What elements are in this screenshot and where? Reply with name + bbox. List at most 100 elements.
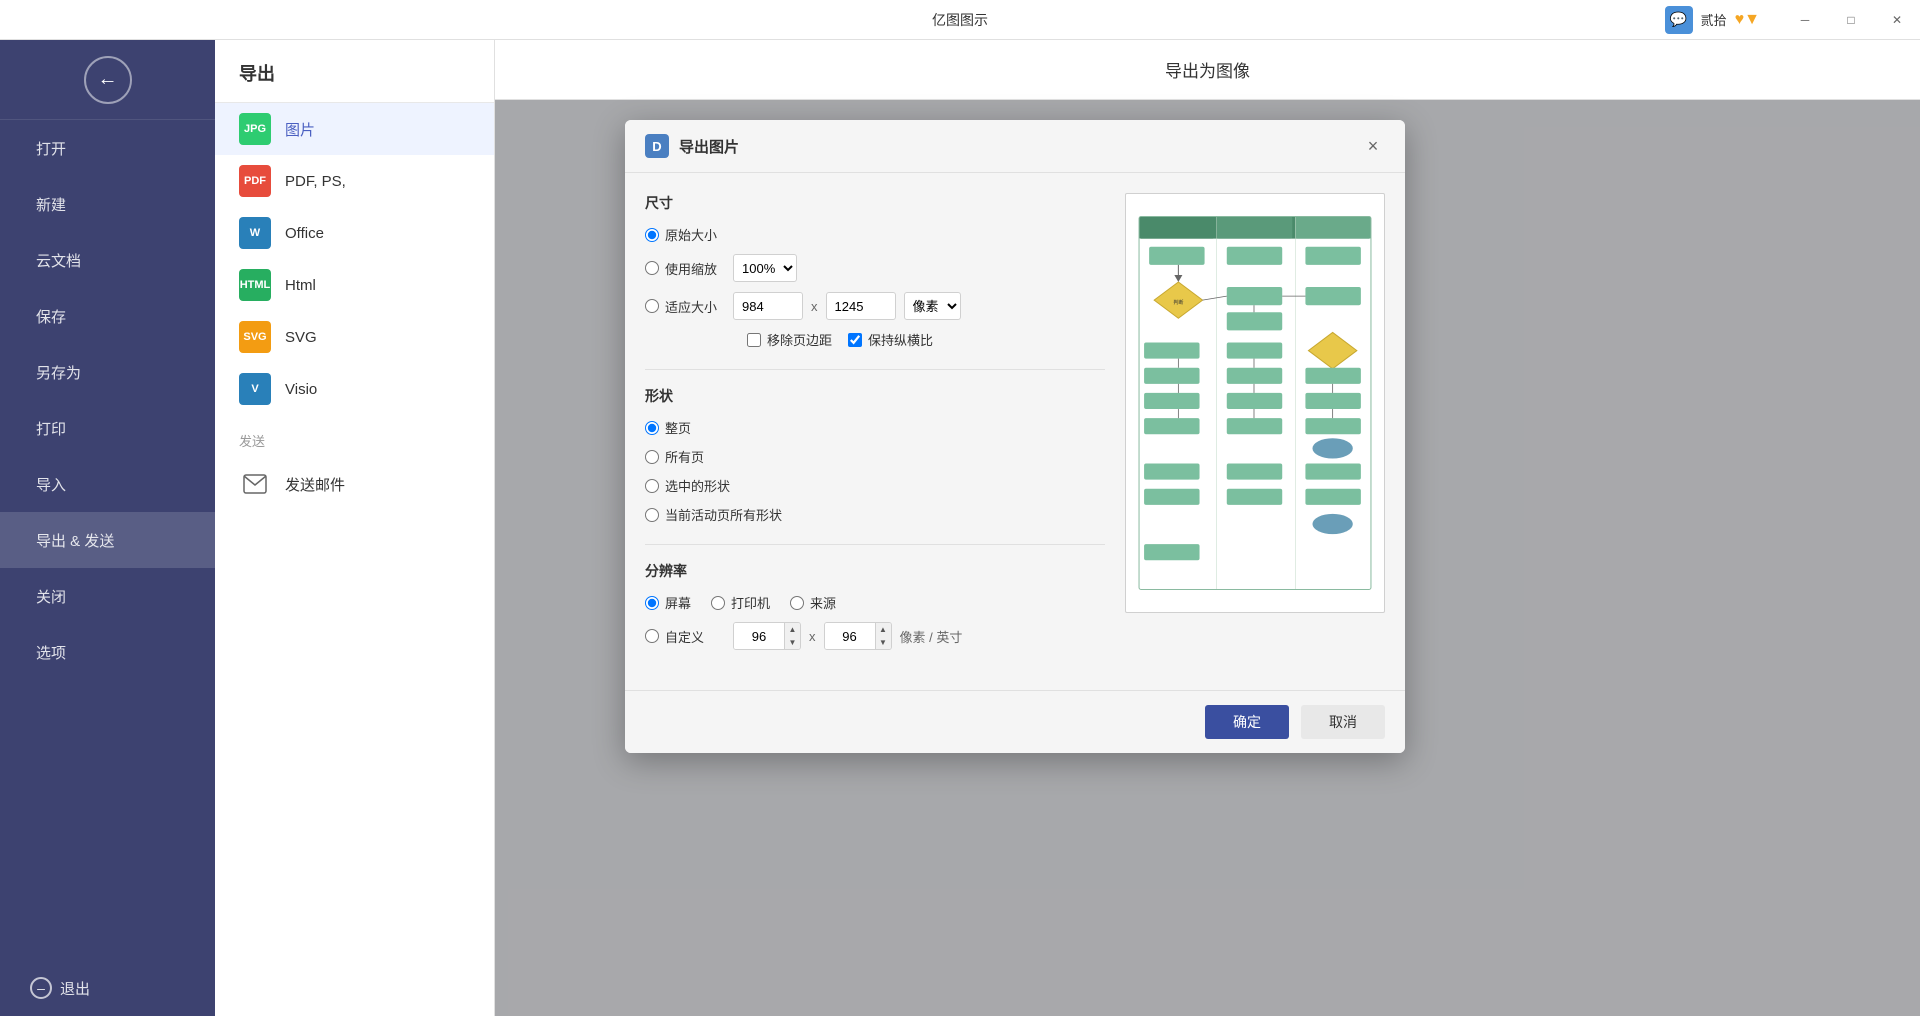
fit-size-label[interactable]: 适应大小 [645,297,725,316]
sidebar-item-import[interactable]: 导入 [0,456,215,512]
scale-size-label[interactable]: 使用缩放 [645,259,725,278]
resolution-x-input[interactable] [734,623,784,649]
keep-ratio-label[interactable]: 保持纵横比 [848,330,933,349]
sidebar-item-save-as[interactable]: 另存为 [0,344,215,400]
resolution-printer-text: 打印机 [731,593,770,612]
resolution-x-spinner: ▲ ▼ [733,622,801,650]
resolution-custom-radio[interactable] [645,629,659,643]
original-size-text: 原始大小 [665,225,717,244]
main-layout: ← 打开 新建 云文档 保存 另存为 打印 导入 导出 & 发送 关闭 [0,40,1920,1016]
sidebar-item-cloud[interactable]: 云文档 [0,232,215,288]
resolution-custom-row: 自定义 ▲ ▼ [645,622,1105,650]
sidebar-item-print[interactable]: 打印 [0,400,215,456]
resolution-printer-label[interactable]: 打印机 [711,593,770,612]
preview-inner: 判断 [1126,194,1384,612]
sidebar: ← 打开 新建 云文档 保存 另存为 打印 导入 导出 & 发送 关闭 [0,40,215,1016]
modal-overlay: D 导出图片 × [495,100,1920,1016]
right-content: 导出为图像 D 导出图片 [495,40,1920,1016]
resolution-x-buttons: ▲ ▼ [784,623,800,649]
vip-icon: ♥▼ [1735,11,1760,29]
export-panel: 导出 JPG 图片 PDF PDF, PS, W [215,40,495,1016]
sidebar-item-new[interactable]: 新建 [0,176,215,232]
fit-size-radio[interactable] [645,299,659,313]
dialog-form: 尺寸 原始大小 [645,193,1105,670]
sidebar-item-label: 另存为 [36,362,81,383]
sidebar-item-label: 保存 [36,306,66,327]
dialog-title-area: D 导出图片 [645,134,739,158]
original-size-label[interactable]: 原始大小 [645,225,725,244]
resolution-screen-radio[interactable] [645,596,659,610]
resolution-source-label[interactable]: 来源 [790,593,836,612]
sidebar-item-label: 打印 [36,418,66,439]
shape-selected-label[interactable]: 选中的形状 [645,476,730,495]
export-item-office[interactable]: W Office [215,207,494,259]
shape-all-text: 所有页 [665,447,704,466]
sidebar-item-open[interactable]: 打开 [0,120,215,176]
export-item-visio[interactable]: V Visio [215,363,494,415]
scale-size-radio[interactable] [645,261,659,275]
shape-current-label[interactable]: 当前活动页所有形状 [645,505,845,524]
content-area: 导出 JPG 图片 PDF PDF, PS, W [215,40,1920,1016]
resolution-x-up-button[interactable]: ▲ [784,623,800,636]
content-body: D 导出图片 × [495,100,1920,1016]
shape-whole-label[interactable]: 整页 [645,418,725,437]
sidebar-item-save[interactable]: 保存 [0,288,215,344]
send-email-item[interactable]: 发送邮件 [215,458,494,510]
sidebar-item-label: 选项 [36,642,66,663]
shape-selected-radio[interactable] [645,479,659,493]
divider-2 [645,544,1105,545]
resolution-y-up-button[interactable]: ▲ [875,623,891,636]
resolution-custom-label[interactable]: 自定义 [645,627,725,646]
export-item-jpg[interactable]: JPG 图片 [215,103,494,155]
shape-section: 形状 整页 [645,386,1105,524]
sidebar-item-export[interactable]: 导出 & 发送 [0,512,215,568]
dialog-footer: 确定 取消 [625,690,1405,753]
resolution-screen-label[interactable]: 屏幕 [645,593,691,612]
sidebar-item-label: 导出 & 发送 [36,530,114,551]
resolution-printer-radio[interactable] [711,596,725,610]
pdf-icon: PDF [239,165,271,197]
trim-margin-label[interactable]: 移除页边距 [747,330,832,349]
size-section-title: 尺寸 [645,193,1105,213]
x-separator: x [811,299,818,314]
cancel-button[interactable]: 取消 [1301,705,1385,739]
back-button[interactable]: ← [84,56,132,104]
sidebar-item-close[interactable]: 关闭 [0,568,215,624]
fit-unit-select[interactable]: 像素 英寸 毫米 [904,292,961,320]
resolution-custom-text: 自定义 [665,627,704,646]
resolution-x-down-button[interactable]: ▼ [784,636,800,649]
resolution-y-down-button[interactable]: ▼ [875,636,891,649]
maximize-button[interactable]: □ [1828,0,1874,40]
shape-whole-radio[interactable] [645,421,659,435]
export-item-html[interactable]: HTML Html [215,259,494,311]
export-item-pdf[interactable]: PDF PDF, PS, [215,155,494,207]
sidebar-back: ← [0,40,215,120]
shape-all-label[interactable]: 所有页 [645,447,725,466]
sidebar-item-label: 关闭 [36,586,66,607]
shape-all-radio[interactable] [645,450,659,464]
confirm-button[interactable]: 确定 [1205,705,1289,739]
exit-button[interactable]: – 退出 [0,960,215,1016]
resolution-source-radio[interactable] [790,596,804,610]
sidebar-item-options[interactable]: 选项 [0,624,215,680]
user-area: 贰拾 [1701,10,1727,29]
chat-icon[interactable]: 💬 [1665,6,1693,34]
resolution-y-input[interactable] [825,623,875,649]
trim-margin-checkbox[interactable] [747,333,761,347]
export-item-label: SVG [285,329,317,346]
fit-width-input[interactable] [733,292,803,320]
export-item-svg[interactable]: SVG SVG [215,311,494,363]
original-size-radio[interactable] [645,228,659,242]
keep-ratio-checkbox[interactable] [848,333,862,347]
shape-all-row: 所有页 [645,447,1105,466]
sidebar-item-label: 新建 [36,194,66,215]
fit-height-input[interactable] [826,292,896,320]
shape-current-radio[interactable] [645,508,659,522]
dialog-close-button[interactable]: × [1361,134,1385,158]
shape-selected-text: 选中的形状 [665,476,730,495]
email-icon [239,468,271,500]
minimize-button[interactable]: ─ [1782,0,1828,40]
close-window-button[interactable]: ✕ [1874,0,1920,40]
scale-select[interactable]: 100% 50% 75% 150% 200% [733,254,797,282]
shape-current-row: 当前活动页所有形状 [645,505,1105,524]
